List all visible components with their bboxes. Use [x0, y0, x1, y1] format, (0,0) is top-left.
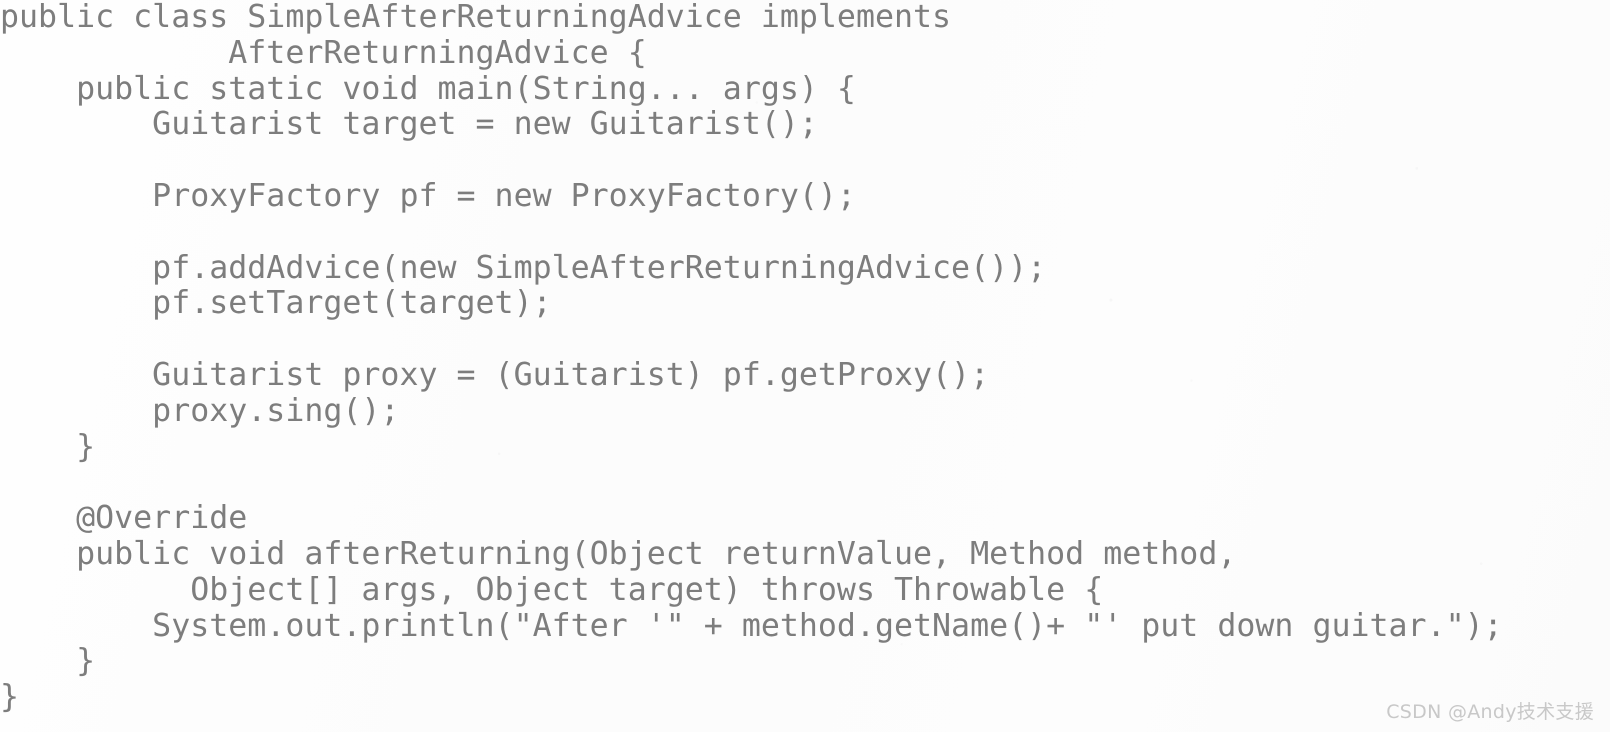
code-line: } [0, 643, 96, 680]
code-line: } [0, 428, 96, 465]
code-line: proxy.sing(); [0, 392, 400, 429]
code-listing: public class SimpleAfterReturningAdvice … [0, 0, 1503, 716]
code-line: @Override [0, 500, 248, 537]
code-line: Object[] args, Object target) throws Thr… [0, 571, 1104, 608]
code-line: } [0, 679, 20, 716]
scanned-code-page: public class SimpleAfterReturningAdvice … [0, 0, 1610, 732]
csdn-watermark: CSDN @Andy技术支援 [1386, 701, 1594, 723]
code-line: pf.setTarget(target); [0, 285, 552, 322]
code-line: Guitarist target = new Guitarist(); [0, 106, 818, 143]
code-line: Guitarist proxy = (Guitarist) pf.getProx… [0, 356, 990, 393]
code-line: public static void main(String... args) … [0, 70, 856, 107]
code-line: AfterReturningAdvice { [0, 34, 647, 71]
code-line: pf.addAdvice(new SimpleAfterReturningAdv… [0, 249, 1047, 286]
code-line: System.out.println("After '" + method.ge… [0, 607, 1503, 644]
code-line: ProxyFactory pf = new ProxyFactory(); [0, 177, 856, 214]
code-line: public void afterReturning(Object return… [0, 535, 1237, 572]
code-line: public class SimpleAfterReturningAdvice … [0, 0, 952, 35]
